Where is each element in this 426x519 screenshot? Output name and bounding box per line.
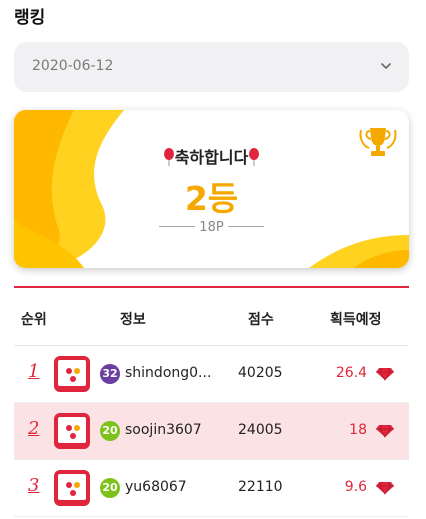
rank-banner-card: 축하합니다 2등 18P xyxy=(14,110,409,268)
table-row[interactable]: 2 20 soojin3607 24005 18 xyxy=(14,403,409,460)
congrats-text: 축하합니다 xyxy=(14,144,409,168)
my-rank: 2등 xyxy=(184,179,239,218)
level-badge: 20 xyxy=(100,478,120,498)
date-dropdown[interactable]: 2020-06-12 xyxy=(14,42,409,92)
reward-value: 26.4 xyxy=(335,365,367,381)
header-rank: 순위 xyxy=(21,312,47,328)
game-thumbnail xyxy=(54,413,90,449)
divider-left xyxy=(159,226,196,227)
score-value: 24005 xyxy=(238,422,283,438)
table-row[interactable]: 1 32 shindong0... 40205 26.4 xyxy=(14,346,409,403)
balloon-icon xyxy=(249,148,260,166)
ruby-gem-icon xyxy=(376,481,394,495)
page-title: 랭킹 xyxy=(14,8,46,28)
game-thumbnail xyxy=(54,356,90,392)
chevron-down-icon xyxy=(381,63,391,69)
header-info: 정보 xyxy=(120,312,146,328)
reward-value: 18 xyxy=(349,422,367,438)
game-thumbnail xyxy=(54,470,90,506)
ruby-gem-icon xyxy=(376,424,394,438)
username: shindong0... xyxy=(125,365,212,381)
header-score: 점수 xyxy=(248,312,274,328)
level-badge: 20 xyxy=(100,421,120,441)
my-points-row: 18P xyxy=(14,220,409,235)
ruby-gem-icon xyxy=(376,367,394,381)
rank-link[interactable]: 2 xyxy=(28,418,39,439)
header-reward: 획득예정 xyxy=(330,312,382,328)
username: soojin3607 xyxy=(125,422,202,438)
level-badge: 32 xyxy=(100,364,120,384)
username: yu68067 xyxy=(125,479,187,495)
table-row[interactable]: 3 20 yu68067 22110 9.6 xyxy=(14,460,409,517)
table-top-border xyxy=(14,286,409,288)
reward-value: 9.6 xyxy=(344,479,367,495)
divider-right xyxy=(227,226,264,227)
my-points: 18P xyxy=(199,220,224,235)
rank-link[interactable]: 1 xyxy=(28,361,39,382)
score-value: 22110 xyxy=(238,479,283,495)
balloon-icon xyxy=(163,148,174,166)
congrats-label: 축하합니다 xyxy=(174,148,249,167)
date-value: 2020-06-12 xyxy=(32,58,114,74)
table-header: 순위 정보 점수 획득예정 xyxy=(14,289,409,346)
rank-link[interactable]: 3 xyxy=(28,475,39,496)
score-value: 40205 xyxy=(238,365,283,381)
